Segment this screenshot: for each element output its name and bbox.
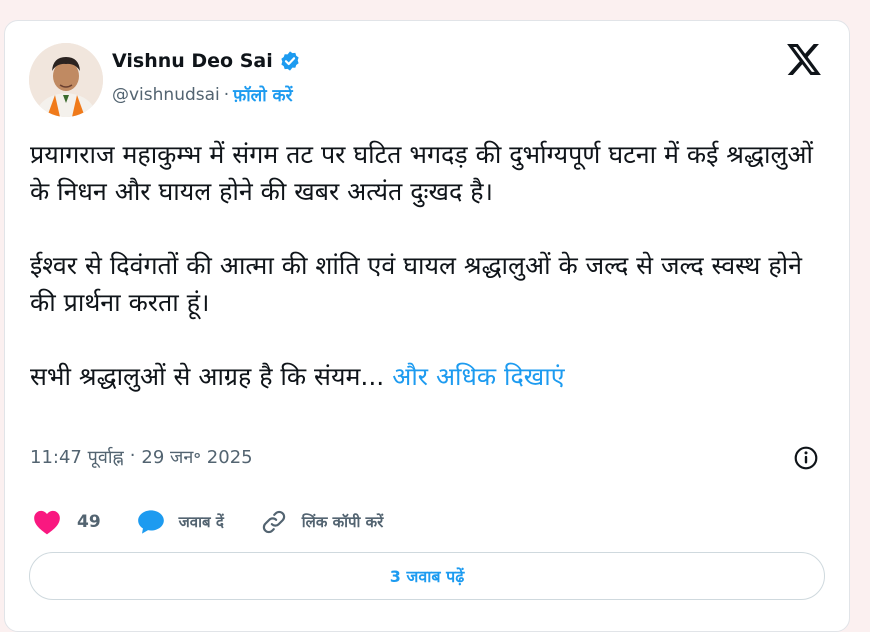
timestamp[interactable]: 11:47 पूर्वाह्न · 29 जन॰ 2025: [30, 445, 253, 469]
tweet-time: 11:47 पूर्वाह्न: [30, 447, 124, 468]
reply-button[interactable]: जवाब दें: [137, 509, 224, 535]
action-bar: 49 जवाब दें लिंक कॉपी करें: [33, 507, 419, 537]
author-name[interactable]: Vishnu Deo Sai: [112, 50, 273, 72]
link-icon: [262, 510, 285, 534]
speech-bubble-icon: [137, 510, 164, 534]
copy-link-label: लिंक कॉपी करें: [301, 513, 384, 531]
tweet-paragraph-2: ईश्वर से दिवंगतों की आत्मा की शांति एवं …: [30, 251, 802, 317]
x-logo-icon[interactable]: [787, 44, 821, 75]
separator: ·: [223, 84, 230, 105]
copy-link-button[interactable]: लिंक कॉपी करें: [260, 509, 384, 535]
like-count: 49: [77, 512, 101, 532]
tweet-truncated-text: सभी श्रद्धालुओं से आग्रह है कि संयम...: [30, 362, 385, 391]
avatar[interactable]: [29, 43, 103, 117]
author-handle[interactable]: @vishnudsai: [112, 85, 220, 105]
reply-label: जवाब दें: [178, 513, 224, 531]
follow-button[interactable]: फ़ॉलो करें: [233, 83, 292, 106]
tweet-paragraph-3: सभी श्रद्धालुओं से आग्रह है कि संयम... औ…: [30, 358, 830, 395]
info-icon[interactable]: [793, 445, 819, 471]
tweet-paragraph-1: प्रयागराज महाकुम्भ में संगम तट पर घटित भ…: [30, 140, 813, 206]
heart-icon: [34, 510, 60, 535]
like-button[interactable]: 49: [33, 509, 101, 535]
tweet-date: 29 जन॰ 2025: [141, 447, 253, 468]
verified-badge-icon: [281, 51, 299, 71]
tweet-card: Vishnu Deo Sai @vishnudsai · फ़ॉलो करें …: [4, 20, 850, 632]
read-replies-button[interactable]: 3 जवाब पढ़ें: [29, 552, 825, 600]
author-name-row: Vishnu Deo Sai: [112, 50, 301, 72]
date-separator: ·: [129, 445, 136, 466]
tweet-text: प्रयागराज महाकुम्भ में संगम तट पर घटित भ…: [30, 136, 830, 395]
author-handle-row: @vishnudsai · फ़ॉलो करें: [112, 83, 293, 107]
avatar-image: [29, 43, 103, 117]
show-more-link[interactable]: और अधिक दिखाएं: [392, 362, 564, 391]
